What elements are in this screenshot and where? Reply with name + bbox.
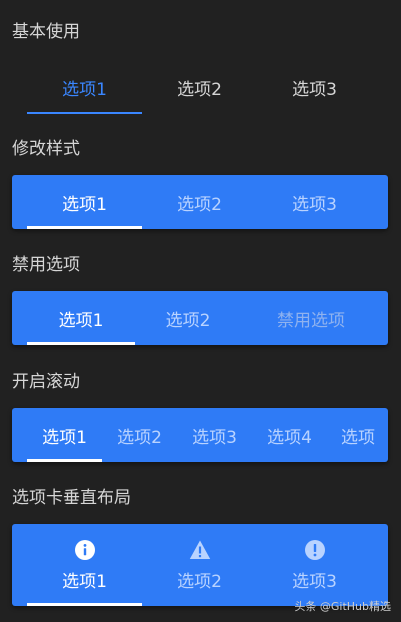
info-icon: [74, 539, 96, 561]
section-title-basic: 基本使用: [12, 22, 80, 42]
tab-option-2[interactable]: 选项2: [142, 524, 257, 606]
section-title-disabled: 禁用选项: [12, 255, 80, 275]
tab-disabled-option: 禁用选项: [277, 310, 345, 331]
section-title-vertical-layout: 选项卡垂直布局: [12, 488, 131, 508]
error-icon: [304, 539, 326, 561]
tabbar-scrollable[interactable]: 选项1 选项2 选项3 选项4 选项: [12, 408, 388, 462]
tabbar-basic: 选项1 选项2 选项3: [12, 60, 388, 114]
tab-option-1[interactable]: 选项1: [27, 60, 142, 114]
active-tab-indicator: [27, 342, 135, 345]
tabbar-vertical-layout: 选项1 选项2 选项3: [12, 524, 388, 606]
section-title-scrollable: 开启滚动: [12, 372, 80, 392]
tabbar-disabled: 选项1 选项2 禁用选项: [12, 291, 388, 345]
tab-option-3[interactable]: 选项3: [257, 175, 372, 229]
active-tab-indicator: [27, 226, 142, 229]
warning-icon: [189, 539, 211, 561]
tab-option-1[interactable]: 选项1: [27, 175, 142, 229]
tab-option-3[interactable]: 选项3: [177, 408, 252, 462]
tab-option-1[interactable]: 选项1: [27, 408, 102, 462]
tab-option-2[interactable]: 选项2: [142, 175, 257, 229]
tab-option-1[interactable]: 选项1: [27, 291, 135, 345]
tab-option-4[interactable]: 选项4: [252, 408, 327, 462]
tab-option-5-partial[interactable]: 选项: [327, 408, 388, 462]
watermark: 头条 @GitHub精选: [294, 600, 391, 613]
section-title-custom-style: 修改样式: [12, 139, 80, 159]
active-tab-indicator: [27, 603, 142, 606]
tab-option-3[interactable]: 选项3: [257, 524, 372, 606]
tab-option-2[interactable]: 选项2: [135, 291, 241, 345]
tab-label: 选项3: [292, 571, 337, 592]
tab-option-2[interactable]: 选项2: [102, 408, 177, 462]
active-tab-indicator: [27, 112, 142, 114]
active-tab-indicator: [27, 459, 102, 462]
tab-label: 选项1: [62, 571, 107, 592]
tab-option-1[interactable]: 选项1: [27, 524, 142, 606]
tab-option-2[interactable]: 选项2: [142, 60, 257, 114]
tab-label: 选项2: [177, 571, 222, 592]
tabbar-custom-style: 选项1 选项2 选项3: [12, 175, 388, 229]
tab-option-3[interactable]: 选项3: [257, 60, 372, 114]
